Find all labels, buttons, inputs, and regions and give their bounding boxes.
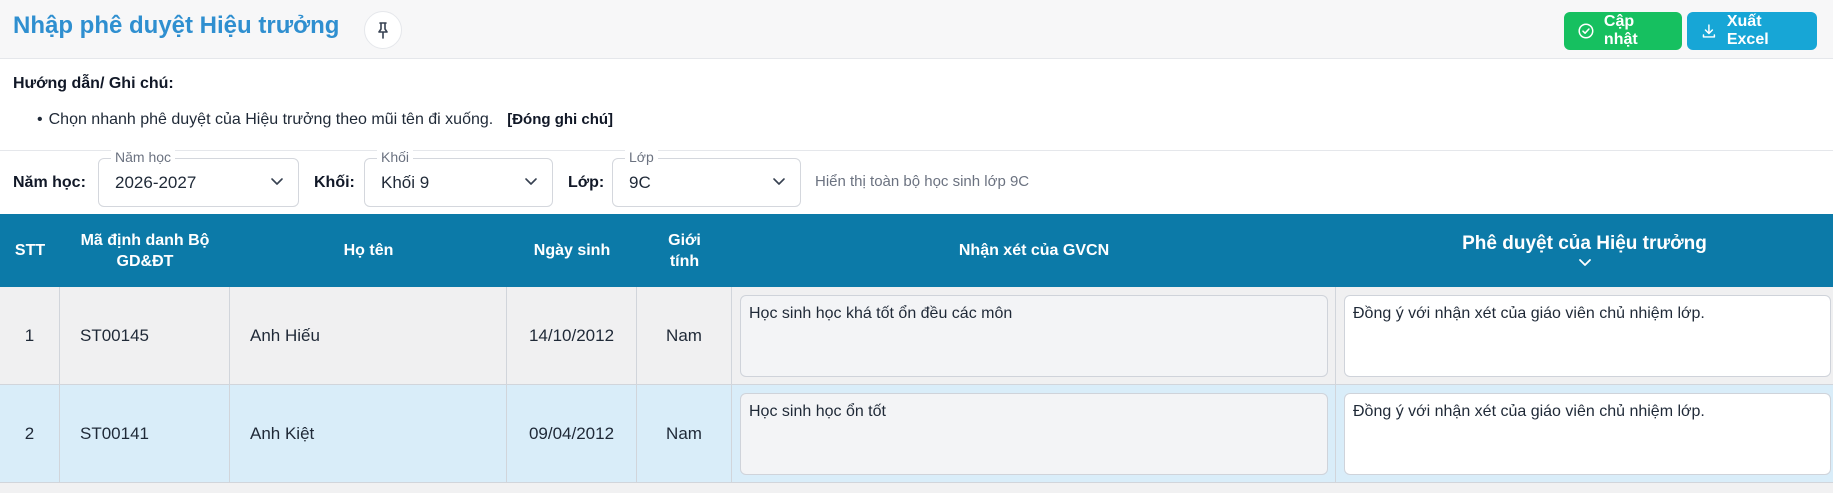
download-icon	[1702, 24, 1716, 38]
grade-value: Khối 9	[381, 173, 430, 192]
column-dob: Ngày sinh	[533, 242, 611, 259]
cell-name: Anh Kiệt	[230, 385, 507, 483]
export-excel-button-label: Xuất Excel	[1726, 13, 1769, 48]
check-circle-icon	[1578, 23, 1594, 39]
table-row: 1 ST00145 Anh Hiếu 14/10/2012 Nam Học si…	[0, 287, 1833, 385]
cell-name: Anh Hiếu	[230, 287, 507, 385]
notes-title: Hướng dẫn/ Ghi chú:	[13, 75, 174, 92]
column-approval[interactable]: Phê duyệt của Hiệu trưởng	[1336, 214, 1833, 287]
column-gender: Giới tính	[668, 231, 701, 270]
chevron-down-icon[interactable]	[1577, 258, 1593, 268]
export-excel-button[interactable]: Xuất Excel	[1687, 12, 1817, 50]
chevron-down-icon	[271, 178, 283, 185]
column-approval-label: Phê duyệt của Hiệu trưởng	[1462, 233, 1707, 254]
update-button[interactable]: Cập nhật	[1564, 12, 1682, 50]
pin-button[interactable]	[364, 11, 402, 49]
grade-select[interactable]: Khối Khối 9	[364, 149, 553, 207]
table-header: STT Mã định danh Bộ GD&ĐT Họ tên Ngày si…	[0, 214, 1833, 287]
grade-label: Khối:	[314, 174, 355, 191]
grade-legend: Khối	[377, 149, 414, 165]
cell-gender: Nam	[637, 385, 732, 483]
year-label: Năm học:	[13, 174, 86, 191]
comment-textarea[interactable]: Học sinh học ổn tốt	[740, 393, 1328, 475]
year-legend: Năm học	[111, 149, 176, 165]
class-value: 9C	[629, 173, 651, 192]
cell-dob: 09/04/2012	[507, 385, 637, 483]
chevron-down-icon	[525, 178, 537, 185]
cell-id: ST00141	[60, 385, 230, 483]
note-text: Chọn nhanh phê duyệt của Hiệu trưởng the…	[48, 111, 494, 128]
cell-comment: Học sinh học ổn tốt	[732, 385, 1336, 483]
cell-id: ST00145	[60, 287, 230, 385]
column-comment: Nhận xét của GVCN	[958, 242, 1110, 259]
comment-textarea[interactable]: Học sinh học khá tốt ổn đều các môn	[740, 295, 1328, 377]
column-name: Họ tên	[343, 242, 394, 259]
class-label: Lớp:	[568, 174, 605, 191]
note-item: • Chọn nhanh phê duyệt của Hiệu trưởng t…	[37, 111, 613, 129]
cell-stt: 2	[0, 385, 60, 483]
year-select[interactable]: Năm học 2026-2027	[98, 149, 299, 207]
cell-approval: Đồng ý với nhận xét của giáo viên chủ nh…	[1336, 287, 1833, 385]
approval-textarea[interactable]: Đồng ý với nhận xét của giáo viên chủ nh…	[1344, 295, 1831, 377]
table-row	[0, 483, 1833, 493]
cell-comment: Học sinh học khá tốt ổn đều các môn	[732, 287, 1336, 385]
cell-stt: 1	[0, 287, 60, 385]
column-id: Mã định danh Bộ GD&ĐT	[80, 231, 210, 270]
column-stt: STT	[14, 242, 46, 259]
cell-dob: 14/10/2012	[507, 287, 637, 385]
table-row: 2 ST00141 Anh Kiệt 09/04/2012 Nam Học si…	[0, 385, 1833, 483]
cell-gender: Nam	[637, 287, 732, 385]
approval-textarea[interactable]: Đồng ý với nhận xét của giáo viên chủ nh…	[1344, 393, 1831, 475]
chevron-down-icon	[773, 178, 785, 185]
cell-approval: Đồng ý với nhận xét của giáo viên chủ nh…	[1336, 385, 1833, 483]
pin-icon	[378, 22, 388, 39]
close-notes-link[interactable]: [Đóng ghi chú]	[507, 111, 613, 128]
divider	[0, 150, 1833, 151]
class-select[interactable]: Lớp 9C	[612, 149, 801, 207]
filter-hint: Hiển thị toàn bộ học sinh lớp 9C	[815, 173, 1030, 190]
class-legend: Lớp	[625, 149, 658, 165]
year-value: 2026-2027	[115, 173, 197, 192]
update-button-label: Cập nhật	[1603, 13, 1638, 48]
page-title: Nhập phê duyệt Hiệu trưởng	[13, 12, 340, 39]
bullet: •	[37, 111, 43, 128]
page-header: Nhập phê duyệt Hiệu trưởng Cập nhật Xuất…	[0, 0, 1833, 59]
